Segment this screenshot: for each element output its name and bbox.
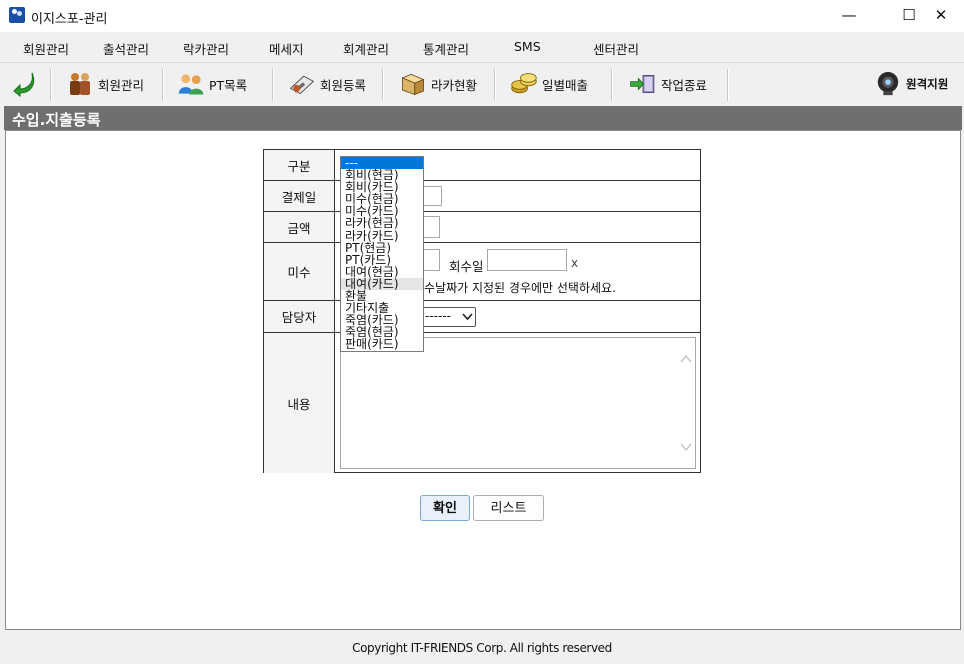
menu-member[interactable]: 회원관리 (23, 39, 69, 58)
content-textarea[interactable] (340, 337, 696, 469)
unpaid-row: 미수 회수일 x 수날짜가 지정된 경우에만 선택하세요. (264, 243, 700, 301)
staff-select[interactable]: ------ (422, 307, 476, 327)
minimize-button[interactable]: — (826, 0, 872, 30)
menu-accounting[interactable]: 회계관리 (343, 39, 389, 58)
app-icon (9, 7, 25, 23)
income-expense-form: 구분 결제일 금액 미수 회수일 x 수날짜가 지정된 경우에만 선택하세요. … (263, 149, 701, 473)
payment-date-row: 결제일 (264, 181, 700, 212)
arrow-back-icon (13, 72, 35, 97)
content-label: 내용 (264, 333, 335, 473)
staff-select-value: ------ (425, 309, 451, 323)
payment-date-label: 결제일 (264, 181, 335, 211)
exit-work-label: 작업종료 (661, 77, 708, 93)
category-dropdown-list[interactable]: --- 회비(현금) 회비(카드) 미수(현금) 미수(카드) 라카(현금) 라… (340, 156, 424, 352)
dropdown-option[interactable]: 라카(현금) (341, 217, 423, 229)
menu-attendance[interactable]: 출석관리 (103, 39, 149, 58)
dropdown-option[interactable]: 라카(카드) (341, 230, 423, 242)
exit-door-icon (630, 75, 655, 93)
daily-sales-label: 일별매출 (542, 77, 589, 93)
category-row: 구분 (264, 150, 700, 181)
list-button[interactable]: 리스트 (473, 495, 544, 521)
member-management-button[interactable]: 회원관리 (66, 67, 144, 101)
locker-status-button[interactable]: 라카현황 (399, 67, 477, 101)
dropdown-option[interactable]: PT(현금) (341, 242, 423, 254)
remote-support-label: 원격지원 (906, 77, 949, 91)
page-title: 수입.지출등록 (12, 111, 101, 129)
scroll-down-icon[interactable] (680, 442, 692, 452)
remote-support-button[interactable]: 원격지원 (874, 67, 948, 101)
locker-status-label: 라카현황 (431, 77, 478, 93)
collect-date-clear[interactable]: x (571, 256, 578, 270)
daily-sales-button[interactable]: 일별매출 (510, 67, 588, 101)
pt-list-label: PT목록 (209, 77, 248, 93)
footer-copyright: Copyright IT-FRIENDS Corp. All rights re… (0, 632, 964, 664)
payment-date-input[interactable] (422, 186, 442, 206)
menu-locker[interactable]: 락카관리 (183, 39, 229, 58)
register-icon (289, 75, 315, 95)
close-button[interactable]: ✕ (918, 0, 964, 30)
toolbar: 회원관리 PT목록 회원등록 라카현황 일별매출 작업종료 원격지원 (0, 62, 964, 105)
members-icon (70, 73, 90, 95)
member-register-label: 회원등록 (320, 77, 367, 93)
back-button[interactable] (12, 67, 40, 101)
amount-row: 금액 (264, 212, 700, 243)
collect-date-label: 회수일 (449, 259, 484, 274)
scroll-up-icon[interactable] (680, 354, 692, 364)
chevron-down-icon (462, 313, 473, 321)
confirm-button[interactable]: 확인 (420, 495, 470, 521)
pt-list-button[interactable]: PT목록 (177, 67, 247, 101)
page-header: 수입.지출등록 (4, 106, 962, 130)
title-bar: 이지스포-관리 — ☐ ✕ (0, 0, 964, 32)
unpaid-label: 미수 (264, 243, 335, 300)
pt-people-icon (178, 74, 204, 95)
staff-row: 담당자 ------ (264, 301, 700, 333)
category-label: 구분 (264, 150, 335, 180)
dropdown-option[interactable]: 판매(카드) (341, 338, 423, 350)
member-management-label: 회원관리 (98, 77, 145, 93)
exit-work-button[interactable]: 작업종료 (629, 67, 707, 101)
collect-date-input[interactable] (487, 249, 567, 271)
unpaid-input[interactable] (422, 249, 440, 271)
coins-icon (511, 73, 537, 94)
content-row: 내용 (264, 333, 700, 473)
amount-input[interactable] (422, 216, 440, 238)
webcam-icon (877, 71, 899, 96)
member-register-button[interactable]: 회원등록 (288, 67, 366, 101)
unpaid-hint: 수날짜가 지정된 경우에만 선택하세요. (424, 281, 616, 295)
amount-label: 금액 (264, 212, 335, 242)
menu-bar: 회원관리 출석관리 락카관리 메세지 회계관리 통계관리 SMS 센터관리 (0, 32, 964, 60)
menu-center[interactable]: 센터관리 (593, 39, 639, 58)
menu-sms[interactable]: SMS (514, 39, 541, 54)
locker-icon (401, 73, 425, 96)
staff-label: 담당자 (264, 301, 335, 332)
window-title: 이지스포-관리 (31, 12, 108, 27)
menu-message[interactable]: 메세지 (269, 39, 304, 58)
menu-statistics[interactable]: 통계관리 (423, 39, 469, 58)
